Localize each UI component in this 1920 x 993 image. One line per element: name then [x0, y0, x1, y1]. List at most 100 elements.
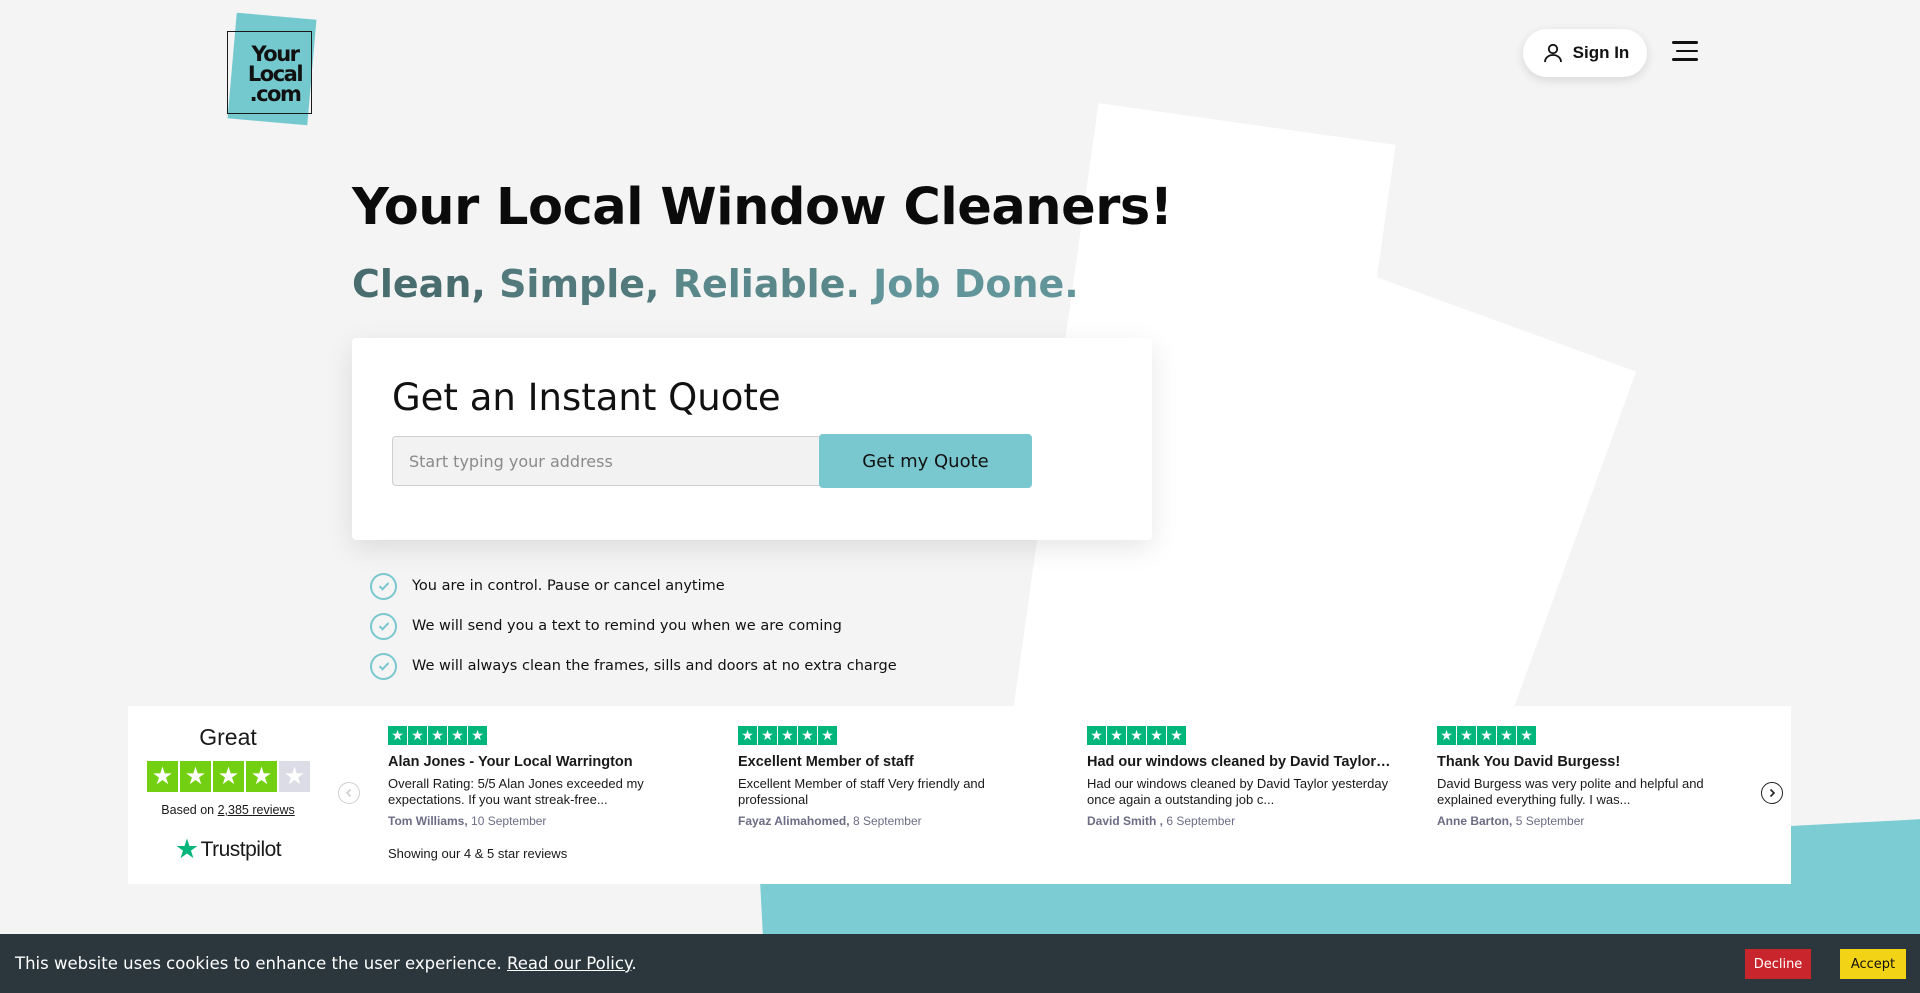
- star-icon: ★: [778, 726, 797, 745]
- user-icon: [1543, 43, 1562, 63]
- logo-line-3: .com: [249, 82, 302, 106]
- carousel-next-button[interactable]: [1761, 782, 1783, 804]
- star-icon: ★: [1457, 726, 1476, 745]
- cookie-text: This website uses cookies to enhance the…: [15, 954, 502, 973]
- review-stars: ★ ★ ★ ★ ★: [388, 726, 706, 745]
- star-icon: ★: [180, 761, 211, 792]
- cookie-message: This website uses cookies to enhance the…: [15, 954, 637, 973]
- review-stars: ★ ★ ★ ★ ★: [1437, 726, 1755, 745]
- summary-stars: ★ ★ ★ ★ ★: [147, 761, 310, 792]
- hero-subtitle: Clean, Simple, Reliable. Job Done.: [352, 262, 1079, 306]
- star-icon: ★: [1167, 726, 1186, 745]
- accept-button[interactable]: Accept: [1840, 949, 1906, 979]
- star-icon: ★: [1497, 726, 1516, 745]
- subtitle-word: Reliable.: [672, 262, 860, 306]
- rating-word: Great: [199, 724, 257, 750]
- review-card[interactable]: ★ ★ ★ ★ ★ Alan Jones - Your Local Warrington…: [388, 726, 706, 828]
- star-icon: ★: [213, 761, 244, 792]
- star-icon: ★: [1087, 726, 1106, 745]
- subtitle-word: Job Done.: [873, 262, 1079, 306]
- benefit-item: We will send you a text to remind you wh…: [370, 606, 897, 646]
- review-date: 8 September: [852, 814, 922, 828]
- star-icon: ★: [738, 726, 757, 745]
- star-icon: ★: [388, 726, 407, 745]
- star-icon: ★: [758, 726, 777, 745]
- review-title: Excellent Member of staff: [738, 754, 914, 770]
- trustpilot-brand: Trustpilot: [200, 837, 282, 861]
- based-on-text: Based on 2,385 reviews: [128, 803, 328, 817]
- cookie-policy-link[interactable]: Read our Policy: [507, 954, 631, 973]
- review-date: 6 September: [1166, 814, 1236, 828]
- sign-in-button[interactable]: Sign In: [1523, 29, 1647, 77]
- trustpilot-summary[interactable]: Great ★ ★ ★ ★ ★ Based on 2,385 reviews ★…: [128, 706, 328, 884]
- logo-line-1: Your: [251, 42, 300, 66]
- logo-text: Your Local .com: [238, 42, 312, 106]
- page-title: Your Local Window Cleaners!: [352, 178, 1173, 237]
- review-body: David Burgess was very polite and helpfu…: [1437, 776, 1704, 807]
- review-date: 10 September: [471, 814, 547, 828]
- star-icon: ★: [147, 761, 178, 792]
- check-circle-icon: [370, 652, 397, 680]
- review-author: Anne Barton,: [1437, 814, 1513, 828]
- benefit-item: We will always clean the frames, sills a…: [370, 646, 897, 686]
- carousel-prev-button[interactable]: [338, 782, 360, 804]
- benefit-item: You are in control. Pause or cancel anyt…: [370, 566, 897, 606]
- review-title: Alan Jones - Your Local Warrington: [388, 754, 633, 770]
- menu-line: [1672, 41, 1698, 44]
- review-card[interactable]: ★ ★ ★ ★ ★ Thank You David Burgess! David Bur…: [1437, 726, 1755, 828]
- star-icon: ★: [1147, 726, 1166, 745]
- star-icon: ★: [279, 761, 310, 792]
- decline-button[interactable]: Decline: [1745, 949, 1811, 979]
- quote-heading: Get an Instant Quote: [392, 376, 781, 419]
- review-count-link[interactable]: 2,385 reviews: [218, 803, 295, 817]
- trustpilot-star-icon: ★: [174, 834, 199, 864]
- showing-text: Showing our 4 & 5 star reviews: [388, 846, 568, 861]
- review-title: Thank You David Burgess!: [1437, 754, 1621, 770]
- check-circle-icon: [370, 612, 397, 640]
- subtitle-word: Clean,: [352, 262, 486, 306]
- review-stars: ★ ★ ★ ★ ★: [1087, 726, 1405, 745]
- review-body: Had our windows cleaned by David Taylor …: [1087, 776, 1389, 807]
- cookie-suffix: .: [631, 954, 637, 973]
- site-logo[interactable]: Your Local .com: [226, 12, 317, 128]
- benefit-text: We will send you a text to remind you wh…: [412, 618, 842, 634]
- hamburger-menu-icon[interactable]: [1670, 41, 1698, 65]
- review-card[interactable]: ★ ★ ★ ★ ★ Had our windows cleaned by David T…: [1087, 726, 1405, 828]
- review-author: Fayaz Alimahomed,: [738, 814, 850, 828]
- sign-in-label: Sign In: [1572, 43, 1630, 62]
- review-meta: Anne Barton, 5 September: [1437, 814, 1755, 828]
- star-icon: ★: [448, 726, 467, 745]
- review-body: Excellent Member of staff Very friendly …: [738, 776, 985, 807]
- chevron-right-icon: [1769, 788, 1776, 798]
- get-quote-button[interactable]: Get my Quote: [819, 434, 1032, 488]
- benefits-list: You are in control. Pause or cancel anyt…: [370, 566, 897, 686]
- star-icon: ★: [1107, 726, 1126, 745]
- review-card[interactable]: ★ ★ ★ ★ ★ Excellent Member of staff Excellen…: [738, 726, 1056, 828]
- star-icon: ★: [246, 761, 277, 792]
- star-icon: ★: [798, 726, 817, 745]
- logo-line-2: Local: [247, 62, 304, 86]
- review-author: David Smith ,: [1087, 814, 1164, 828]
- star-icon: ★: [1517, 726, 1536, 745]
- address-input[interactable]: [392, 436, 824, 486]
- star-icon: ★: [818, 726, 837, 745]
- star-icon: ★: [1437, 726, 1456, 745]
- review-stars: ★ ★ ★ ★ ★: [738, 726, 1056, 745]
- menu-line: [1676, 49, 1698, 52]
- review-meta: Fayaz Alimahomed, 8 September: [738, 814, 1056, 828]
- review-body: Overall Rating: 5/5 Alan Jones exceeded …: [388, 776, 644, 807]
- review-date: 5 September: [1515, 814, 1585, 828]
- chevron-left-icon: [345, 788, 352, 798]
- review-meta: David Smith , 6 September: [1087, 814, 1405, 828]
- review-author: Tom Williams,: [388, 814, 468, 828]
- benefit-text: We will always clean the frames, sills a…: [412, 658, 897, 674]
- reviews-widget: Great ★ ★ ★ ★ ★ Based on 2,385 reviews ★…: [128, 706, 1791, 884]
- star-icon: ★: [1477, 726, 1496, 745]
- star-icon: ★: [408, 726, 427, 745]
- star-icon: ★: [1127, 726, 1146, 745]
- benefit-text: You are in control. Pause or cancel anyt…: [412, 578, 725, 594]
- check-circle-icon: [370, 572, 397, 600]
- based-on-prefix: Based on: [161, 803, 215, 817]
- review-meta: Tom Williams, 10 September: [388, 814, 706, 828]
- star-icon: ★: [468, 726, 487, 745]
